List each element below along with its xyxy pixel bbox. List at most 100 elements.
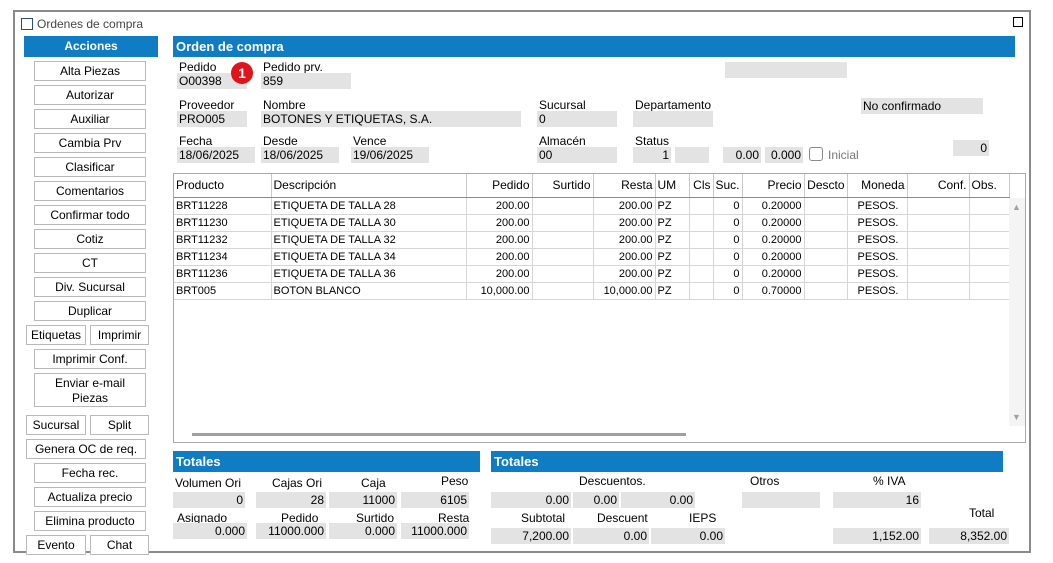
subtotal-field[interactable]: 7,200.00	[491, 528, 571, 544]
surtido-total-field[interactable]: 0.000	[329, 523, 397, 539]
table-cell[interactable]	[907, 197, 970, 215]
col-obs[interactable]: Obs.	[969, 174, 1010, 198]
table-cell[interactable]: BOTON BLANCO	[271, 282, 467, 300]
pedido-total-field[interactable]: 11000.000	[256, 523, 326, 539]
cajas-ori-field[interactable]: 28	[256, 492, 326, 508]
table-cell[interactable]	[907, 265, 970, 283]
col-cls[interactable]: Cls	[689, 174, 714, 198]
clasificar-button[interactable]: Clasificar	[34, 157, 146, 177]
table-cell[interactable]: 200.00	[593, 197, 656, 215]
otros-field[interactable]	[742, 492, 820, 508]
table-cell[interactable]: 200.00	[593, 214, 656, 232]
table-cell[interactable]: BRT11234	[174, 248, 272, 266]
table-cell[interactable]: 0	[713, 197, 743, 215]
autorizar-button[interactable]: Autorizar	[34, 85, 146, 105]
table-cell[interactable]: 200.00	[593, 265, 656, 283]
table-cell[interactable]: BRT11230	[174, 214, 272, 232]
table-cell[interactable]: 10,000.00	[466, 282, 533, 300]
col-moneda[interactable]: Moneda	[847, 174, 908, 198]
col-precio[interactable]: Precio	[742, 174, 805, 198]
col-suc[interactable]: Suc.	[713, 174, 743, 198]
table-cell[interactable]: 200.00	[593, 248, 656, 266]
col-descripcion[interactable]: Descripción	[271, 174, 467, 198]
table-cell[interactable]	[969, 231, 1010, 249]
evento-button[interactable]: Evento	[26, 535, 86, 555]
table-cell[interactable]: ETIQUETA DE TALLA 30	[271, 214, 467, 232]
status-field[interactable]: 1	[633, 147, 671, 163]
table-cell[interactable]: 0	[713, 282, 743, 300]
col-conf[interactable]: Conf.	[907, 174, 970, 198]
table-cell[interactable]	[804, 248, 848, 266]
pedido-prv-field[interactable]: 859	[261, 73, 351, 89]
table-cell[interactable]	[804, 282, 848, 300]
table-cell[interactable]: PESOS.	[847, 282, 908, 300]
table-cell[interactable]	[804, 231, 848, 249]
ieps-field[interactable]: 0.00	[651, 528, 725, 544]
asignado-field[interactable]: 0.000	[173, 523, 247, 539]
table-cell[interactable]	[969, 197, 1010, 215]
descuento-3-field[interactable]: 0.00	[621, 492, 695, 508]
scroll-down-icon[interactable]: ▼	[1012, 412, 1021, 422]
table-cell[interactable]: 200.00	[466, 265, 533, 283]
inicial-checkbox[interactable]	[809, 147, 823, 161]
table-cell[interactable]: 0	[713, 231, 743, 249]
fecha-rec-button[interactable]: Fecha rec.	[34, 463, 146, 483]
duplicar-button[interactable]: Duplicar	[34, 301, 146, 321]
resta-total-field[interactable]: 11000.000	[401, 523, 469, 539]
genera-oc-button[interactable]: Genera OC de req.	[26, 439, 146, 459]
table-cell[interactable]: 0.20000	[742, 231, 805, 249]
table-cell[interactable]: 0.20000	[742, 214, 805, 232]
table-cell[interactable]: 0.20000	[742, 265, 805, 283]
enviar-email-piezas-button[interactable]: Enviar e-mail Piezas	[34, 373, 146, 407]
ct-button[interactable]: CT	[34, 253, 146, 273]
table-cell[interactable]	[689, 214, 714, 232]
table-cell[interactable]	[532, 214, 594, 232]
table-cell[interactable]: PZ	[655, 197, 690, 215]
table-cell[interactable]: PZ	[655, 282, 690, 300]
comentarios-button[interactable]: Comentarios	[34, 181, 146, 201]
table-cell[interactable]: 200.00	[466, 197, 533, 215]
table-cell[interactable]	[804, 265, 848, 283]
auxiliar-button[interactable]: Auxiliar	[34, 109, 146, 129]
table-cell[interactable]: BRT11232	[174, 231, 272, 249]
table-cell[interactable]: 200.00	[466, 214, 533, 232]
horizontal-scroll-thumb[interactable]	[192, 433, 686, 436]
elimina-producto-button[interactable]: Elimina producto	[34, 511, 146, 531]
table-cell[interactable]	[532, 265, 594, 283]
table-cell[interactable]: PESOS.	[847, 214, 908, 232]
departamento-field[interactable]	[633, 111, 713, 127]
chat-button[interactable]: Chat	[90, 535, 149, 555]
imprimir-conf-button[interactable]: Imprimir Conf.	[34, 349, 146, 369]
iva-field[interactable]: 16	[833, 492, 921, 508]
table-cell[interactable]	[532, 248, 594, 266]
table-cell[interactable]: 0.20000	[742, 197, 805, 215]
table-cell[interactable]	[907, 214, 970, 232]
table-cell[interactable]: 0	[713, 248, 743, 266]
table-cell[interactable]	[969, 282, 1010, 300]
descuent-field[interactable]: 0.00	[573, 528, 649, 544]
table-cell[interactable]	[969, 248, 1010, 266]
table-cell[interactable]: PESOS.	[847, 248, 908, 266]
table-cell[interactable]: PZ	[655, 248, 690, 266]
table-cell[interactable]: PESOS.	[847, 265, 908, 283]
table-row[interactable]: BRT11230 ETIQUETA DE TALLA 30 200.00 200.00…	[174, 214, 1010, 232]
col-pedido[interactable]: Pedido	[466, 174, 533, 198]
table-row[interactable]: BRT005 BOTON BLANCO 10,000.00 10,000.00 PZ 0 0…	[174, 282, 1010, 300]
table-cell[interactable]: ETIQUETA DE TALLA 34	[271, 248, 467, 266]
caja-field[interactable]: 11000	[329, 492, 397, 508]
cotiz-button[interactable]: Cotiz	[34, 229, 146, 249]
col-um[interactable]: UM	[655, 174, 690, 198]
descuento-1-field[interactable]: 0.00	[491, 492, 571, 508]
table-cell[interactable]: 200.00	[466, 248, 533, 266]
table-cell[interactable]	[804, 197, 848, 215]
table-cell[interactable]: 10,000.00	[593, 282, 656, 300]
table-cell[interactable]: ETIQUETA DE TALLA 32	[271, 231, 467, 249]
col-descto[interactable]: Descto	[804, 174, 848, 198]
proveedor-field[interactable]: PRO005	[177, 111, 247, 127]
table-cell[interactable]: PZ	[655, 265, 690, 283]
table-cell[interactable]: PZ	[655, 231, 690, 249]
nombre-field[interactable]: BOTONES Y ETIQUETAS, S.A.	[261, 111, 521, 127]
table-cell[interactable]	[689, 197, 714, 215]
table-row[interactable]: BRT11236 ETIQUETA DE TALLA 36 200.00 200.00…	[174, 265, 1010, 283]
table-cell[interactable]	[689, 231, 714, 249]
